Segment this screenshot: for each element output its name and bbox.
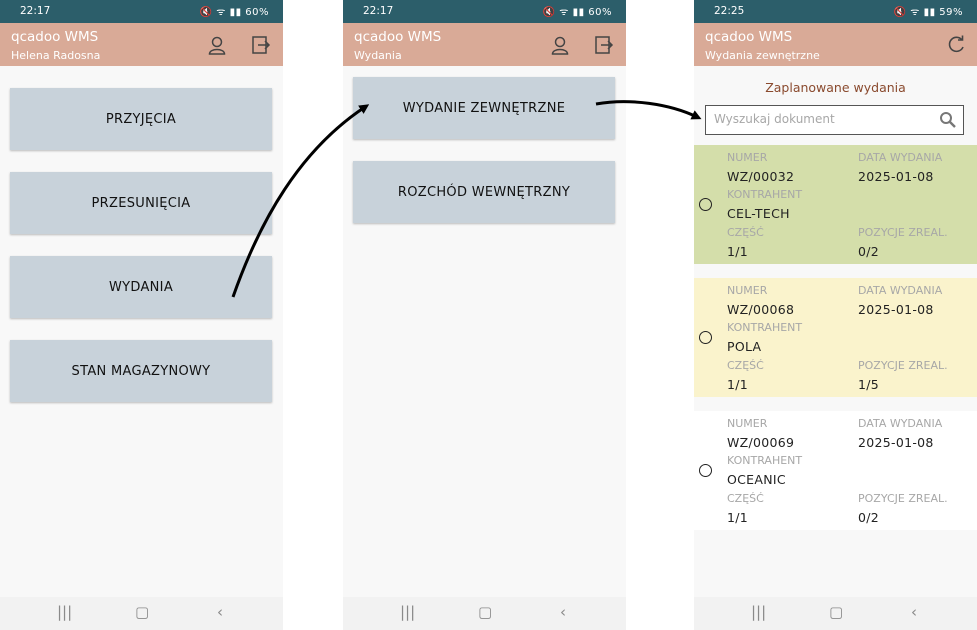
flow-arrow-wydanie-zewnetrzne (595, 100, 702, 120)
flow-arrows (231, 100, 702, 298)
flow-arrow-wydania (231, 104, 370, 298)
